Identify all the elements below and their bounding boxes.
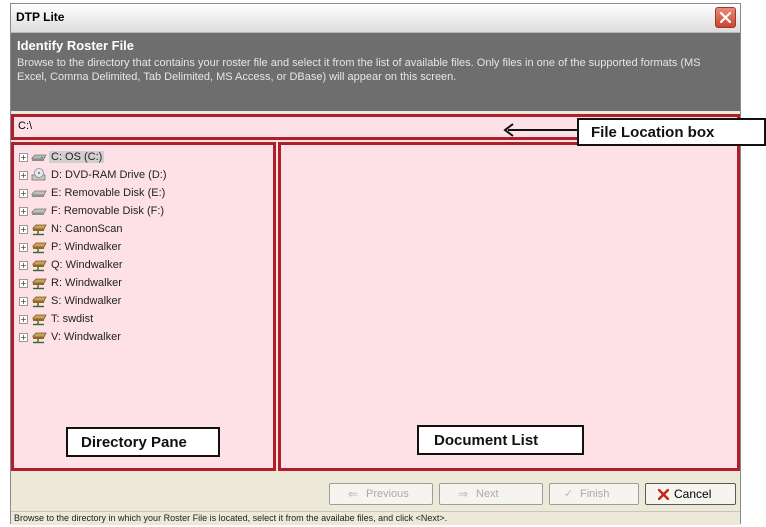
directory-pane[interactable]: + C: OS (C:) + D: DVD-RAM Drive (D:) + E: Rem…	[11, 142, 276, 471]
expand-icon[interactable]: +	[19, 189, 28, 198]
dvd-drive-icon	[31, 168, 47, 182]
tree-item-label: Q: Windwalker	[51, 259, 123, 271]
document-list[interactable]	[278, 142, 740, 471]
tree-item[interactable]: + R: Windwalker	[17, 275, 257, 293]
tree-item-label: D: DVD-RAM Drive (D:)	[51, 169, 167, 181]
cancel-x-icon	[658, 489, 669, 500]
expand-icon[interactable]: +	[19, 243, 28, 252]
expand-icon[interactable]: +	[19, 297, 28, 306]
directory-pane-callout: Directory Pane	[66, 427, 220, 457]
close-icon	[720, 12, 731, 23]
finish-icon: ✓	[564, 488, 574, 500]
cancel-button[interactable]: Cancel	[645, 483, 736, 505]
expand-icon[interactable]: +	[19, 207, 28, 216]
next-arrow-icon: ⇒	[458, 487, 469, 501]
tree-item-label: E: Removable Disk (E:)	[51, 187, 166, 199]
network-drive-icon	[31, 330, 47, 344]
expand-icon[interactable]: +	[19, 171, 28, 180]
network-drive-icon	[31, 294, 47, 308]
tree-item-label: P: Windwalker	[51, 241, 122, 253]
next-button-label: Next	[476, 488, 499, 500]
expand-icon[interactable]: +	[19, 315, 28, 324]
document-list-callout-text: Document List	[434, 432, 539, 449]
tree-item[interactable]: + C: OS (C:)	[17, 149, 257, 167]
directory-tree: + C: OS (C:) + D: DVD-RAM Drive (D:) + E: Rem…	[17, 149, 257, 347]
tree-item-label: R: Windwalker	[51, 277, 122, 289]
directory-pane-callout-text: Directory Pane	[81, 434, 187, 451]
page-header: Identify Roster File Browse to the direc…	[11, 33, 740, 111]
tree-item-label: S: Windwalker	[51, 295, 122, 307]
network-drive-icon	[31, 276, 47, 290]
previous-button[interactable]: ⇐ Previous	[329, 483, 433, 505]
title-bar: DTP Lite	[11, 4, 740, 33]
status-text: Browse to the directory in which your Ro…	[14, 513, 448, 523]
tree-item[interactable]: + P: Windwalker	[17, 239, 257, 257]
tree-item[interactable]: + F: Removable Disk (F:)	[17, 203, 257, 221]
tree-item-label: T: swdist	[51, 313, 94, 325]
tree-item[interactable]: + E: Removable Disk (E:)	[17, 185, 257, 203]
tree-item-label: N: CanonScan	[51, 223, 123, 235]
page-description: Browse to the directory that contains yo…	[17, 57, 701, 83]
tree-item-label: C: OS (C:)	[49, 151, 105, 163]
tree-item[interactable]: + V: Windwalker	[17, 329, 257, 347]
previous-button-label: Previous	[366, 488, 409, 500]
page-title: Identify Roster File	[17, 38, 135, 53]
hard-drive-icon	[31, 150, 47, 164]
expand-icon[interactable]: +	[19, 279, 28, 288]
callout-arrow-icon	[503, 123, 577, 137]
network-drive-icon	[31, 240, 47, 254]
file-location-callout-text: File Location box	[591, 124, 715, 141]
tree-item[interactable]: + T: swdist	[17, 311, 257, 329]
network-drive-icon	[31, 312, 47, 326]
next-button[interactable]: ⇒ Next	[439, 483, 543, 505]
finish-button-label: Finish	[580, 488, 610, 500]
status-bar: Browse to the directory in which your Ro…	[11, 511, 740, 525]
close-button[interactable]	[715, 7, 736, 28]
window-title: DTP Lite	[16, 10, 65, 24]
network-drive-icon	[31, 258, 47, 272]
expand-icon[interactable]: +	[19, 225, 28, 234]
button-bar: ⇐ Previous ⇒ Next ✓ Finish Cancel	[11, 472, 740, 510]
expand-icon[interactable]: +	[19, 153, 28, 162]
removable-disk-icon	[31, 204, 47, 218]
tree-item-label: V: Windwalker	[51, 331, 121, 343]
document-list-callout: Document List	[417, 425, 584, 455]
tree-item-label: F: Removable Disk (F:)	[51, 205, 165, 217]
tree-item[interactable]: + D: DVD-RAM Drive (D:)	[17, 167, 257, 185]
tree-item[interactable]: + S: Windwalker	[17, 293, 257, 311]
finish-button[interactable]: ✓ Finish	[549, 483, 639, 505]
cancel-button-label: Cancel	[674, 487, 712, 501]
previous-arrow-icon: ⇐	[348, 487, 359, 501]
file-location-callout: File Location box	[577, 118, 766, 146]
expand-icon[interactable]: +	[19, 261, 28, 270]
file-location-input[interactable]	[18, 120, 418, 132]
removable-disk-icon	[31, 186, 47, 200]
network-drive-icon	[31, 222, 47, 236]
tree-item[interactable]: + N: CanonScan	[17, 221, 257, 239]
tree-item[interactable]: + Q: Windwalker	[17, 257, 257, 275]
expand-icon[interactable]: +	[19, 333, 28, 342]
